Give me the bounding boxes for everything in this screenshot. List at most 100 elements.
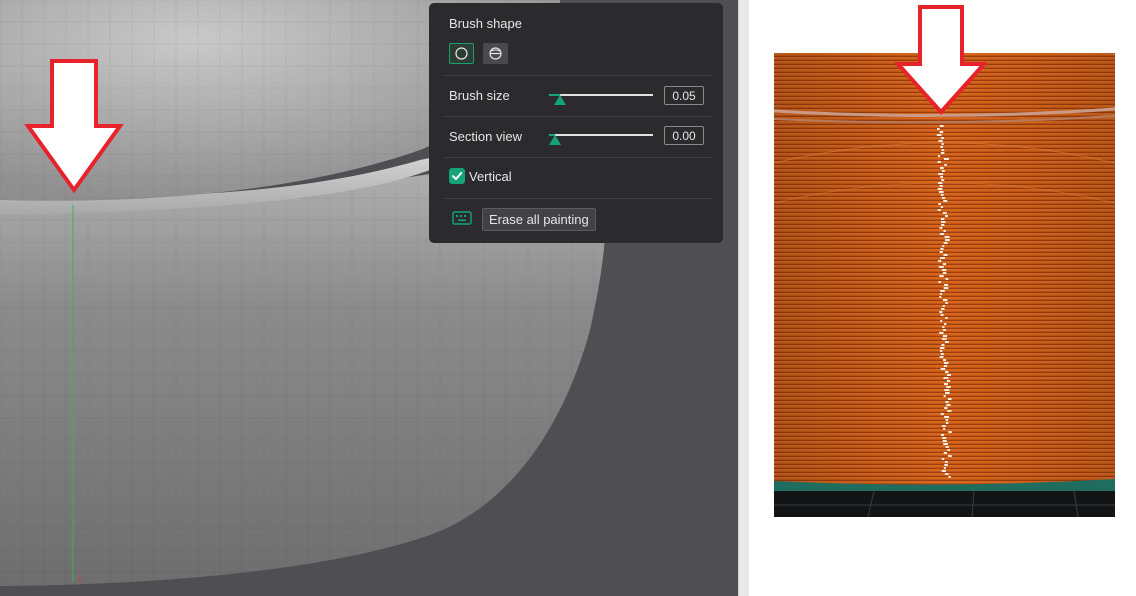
seam-dot bbox=[944, 164, 947, 166]
brush-shape-circle-button[interactable] bbox=[449, 43, 474, 64]
seam-dot bbox=[947, 449, 950, 451]
seam-dot bbox=[938, 266, 944, 268]
seam-dot bbox=[947, 374, 951, 376]
seam-dot bbox=[941, 470, 946, 472]
seam-dot bbox=[936, 134, 942, 136]
seam-dot bbox=[940, 218, 945, 220]
seam-dot bbox=[943, 428, 946, 430]
erase-all-painting-button[interactable]: Erase all painting bbox=[482, 208, 596, 231]
seam-dot bbox=[943, 230, 946, 232]
vertical-label: Vertical bbox=[469, 169, 512, 184]
seam-dot bbox=[939, 131, 944, 133]
seam-dot bbox=[943, 443, 948, 445]
seam-dot bbox=[942, 326, 945, 328]
seam-dot bbox=[940, 413, 944, 415]
circle-icon bbox=[455, 47, 468, 60]
vertical-checkbox[interactable] bbox=[449, 168, 465, 184]
seam-dot bbox=[939, 347, 945, 349]
seam-dot bbox=[941, 224, 945, 226]
seam-dot bbox=[940, 167, 944, 169]
seam-dot bbox=[940, 353, 944, 355]
section-view-label: Section view bbox=[449, 129, 522, 144]
brush-size-input[interactable]: 0.05 bbox=[664, 86, 704, 105]
printed-bowl-image bbox=[774, 53, 1115, 517]
seam-dot bbox=[946, 404, 951, 406]
seam-dot bbox=[943, 377, 949, 379]
seam-dot bbox=[939, 251, 943, 253]
seam-dot bbox=[942, 245, 945, 247]
seam-dot bbox=[939, 125, 944, 127]
seam-dot bbox=[940, 146, 943, 148]
seam-dot bbox=[942, 212, 947, 214]
brush-size-label: Brush size bbox=[449, 88, 510, 103]
seam-dot bbox=[943, 467, 946, 469]
seam-dot bbox=[941, 221, 946, 223]
seam-dot bbox=[942, 335, 947, 337]
seam-dot bbox=[943, 200, 948, 202]
seam-dot bbox=[944, 416, 950, 418]
seam-dot bbox=[945, 371, 949, 373]
seam-dot bbox=[943, 383, 948, 385]
seam-dot bbox=[944, 473, 949, 475]
separator bbox=[443, 116, 713, 117]
seam-dot bbox=[940, 206, 944, 208]
print-photo bbox=[774, 53, 1115, 517]
seam-dot bbox=[939, 293, 942, 295]
seam-dot bbox=[940, 434, 945, 436]
seam-dot bbox=[945, 341, 949, 343]
brush-shape-sphere-button[interactable] bbox=[483, 43, 508, 64]
seam-dot bbox=[941, 338, 947, 340]
brush-shape-title: Brush shape bbox=[449, 16, 522, 31]
seam-dot bbox=[938, 203, 941, 205]
seam-dot bbox=[937, 209, 941, 211]
seam-dot bbox=[939, 185, 943, 187]
seam-dot bbox=[948, 431, 952, 433]
paint-tool-panel: Brush shape Brush size 0.05 Section view… bbox=[429, 3, 723, 243]
seam-dot bbox=[948, 455, 952, 457]
seam-dot bbox=[948, 476, 951, 478]
seam-dot bbox=[947, 398, 952, 400]
seam-dot bbox=[942, 437, 947, 439]
section-view-input[interactable]: 0.00 bbox=[664, 126, 704, 145]
seam-dot bbox=[947, 410, 952, 412]
seam-dot bbox=[940, 314, 944, 316]
seam-dot bbox=[944, 158, 949, 160]
seam-dot bbox=[943, 362, 949, 364]
seam-dot bbox=[940, 257, 945, 259]
checkmark-icon bbox=[452, 172, 463, 180]
seam-dot bbox=[944, 407, 948, 409]
separator bbox=[443, 75, 713, 76]
separator bbox=[443, 157, 713, 158]
seam-dot bbox=[945, 401, 949, 403]
seam-dot bbox=[941, 458, 945, 460]
seam-dot bbox=[943, 452, 947, 454]
section-view-slider-thumb[interactable] bbox=[549, 135, 561, 145]
seam-dot bbox=[945, 419, 949, 421]
seam-dot bbox=[943, 359, 947, 361]
seam-dot bbox=[940, 290, 945, 292]
seam-dot bbox=[941, 308, 945, 310]
brush-size-slider[interactable] bbox=[549, 94, 653, 105]
seam-dot bbox=[942, 299, 948, 301]
seam-dot bbox=[944, 389, 950, 391]
seam-dot bbox=[942, 425, 946, 427]
seam-dot bbox=[942, 263, 947, 265]
seam-dot bbox=[942, 170, 945, 172]
seam-dot bbox=[937, 188, 943, 190]
seam-dot bbox=[937, 128, 940, 130]
seam-dot bbox=[943, 287, 949, 289]
brush-size-slider-thumb[interactable] bbox=[554, 95, 567, 105]
seam-dot bbox=[939, 275, 944, 277]
section-view-slider[interactable] bbox=[549, 134, 653, 145]
seam-dot bbox=[944, 284, 949, 286]
seam-dot bbox=[943, 365, 948, 367]
seam-dot bbox=[945, 278, 949, 280]
seam-dot bbox=[944, 323, 947, 325]
keyboard-icon[interactable] bbox=[452, 211, 472, 225]
seam-dot bbox=[942, 272, 947, 274]
seam-dot bbox=[937, 155, 941, 157]
seam-dot bbox=[945, 317, 948, 319]
seam-dot bbox=[939, 311, 943, 313]
seam-dot bbox=[939, 233, 945, 235]
seam-dot bbox=[940, 152, 945, 154]
